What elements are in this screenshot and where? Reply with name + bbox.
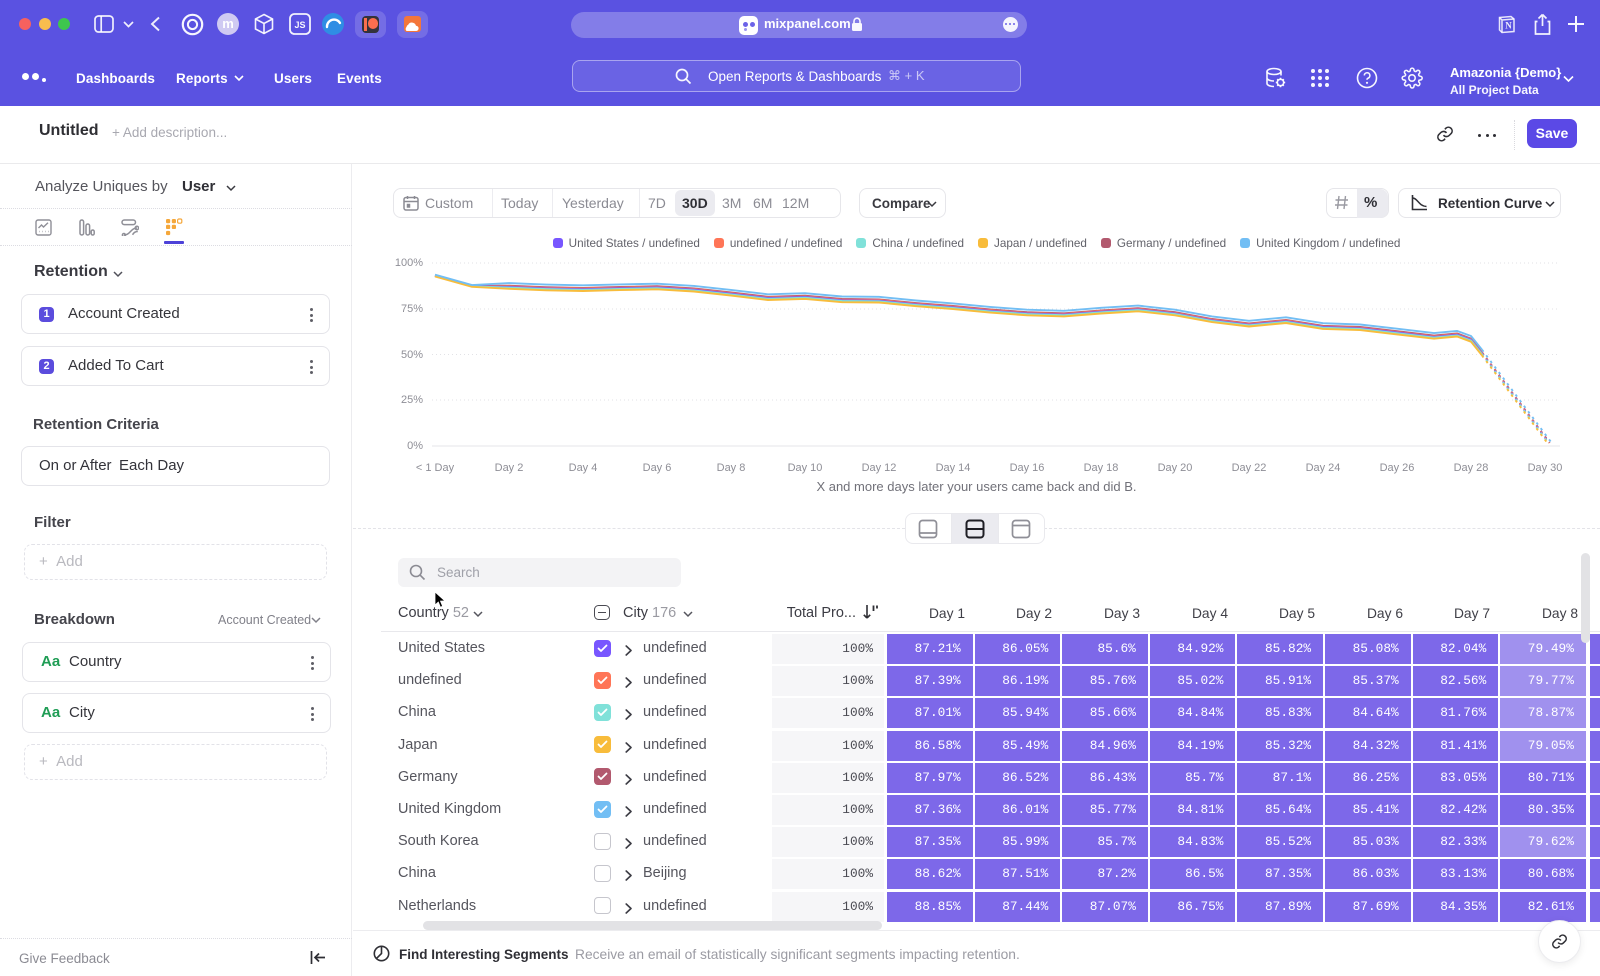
svg-text:JS: JS: [294, 20, 305, 30]
svg-text:N: N: [1505, 21, 1512, 31]
